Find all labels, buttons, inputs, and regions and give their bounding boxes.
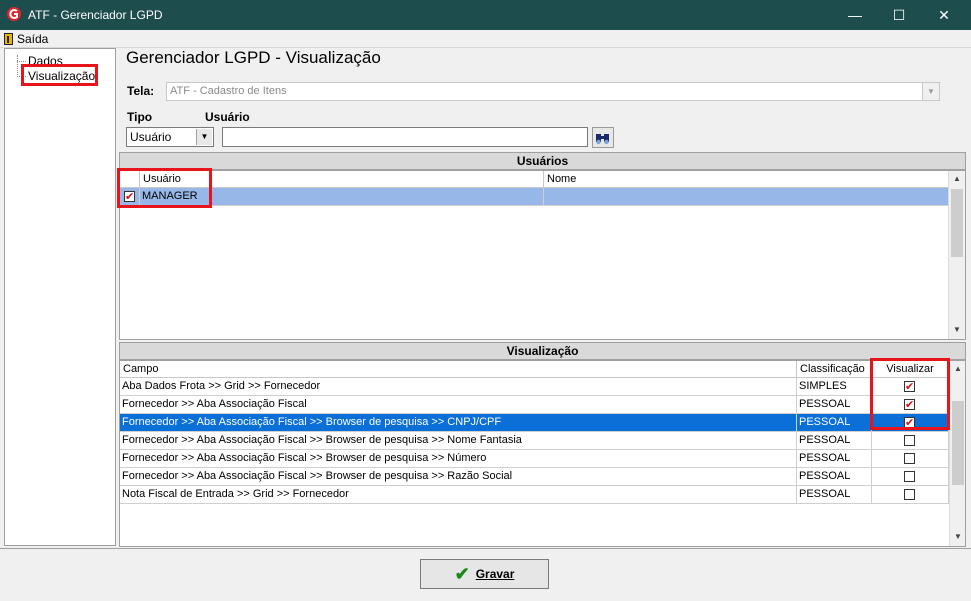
chevron-down-icon[interactable]: ▼ <box>922 83 939 100</box>
search-button[interactable] <box>592 127 614 148</box>
tipo-value: Usuário <box>130 130 172 144</box>
cell-campo: Aba Dados Frota >> Grid >> Fornecedor <box>120 378 797 396</box>
column-header-nome[interactable]: Nome <box>544 171 949 188</box>
usuario-label: Usuário <box>205 110 250 124</box>
cell-classificacao: PESSOAL <box>797 486 872 504</box>
cell-campo: Fornecedor >> Aba Associação Fiscal >> B… <box>120 450 797 468</box>
title-bar: ATF - Gerenciador LGPD — ☐ ✕ <box>0 0 971 30</box>
cell-visualizar[interactable] <box>872 432 949 450</box>
tela-select[interactable]: ATF - Cadastro de Itens ▼ <box>166 82 940 101</box>
cell-classificacao: PESSOAL <box>797 414 872 432</box>
menu-bar: Saída <box>0 30 971 48</box>
exit-door-icon <box>4 32 13 45</box>
scroll-thumb[interactable] <box>951 189 963 257</box>
cell-campo: Fornecedor >> Aba Associação Fiscal >> B… <box>120 468 797 486</box>
close-button[interactable]: ✕ <box>921 0 967 30</box>
highlight-box <box>21 64 98 86</box>
cell-campo: Fornecedor >> Aba Associação Fiscal >> B… <box>120 432 797 450</box>
visualizar-checkbox[interactable] <box>904 471 915 482</box>
scroll-down-icon[interactable]: ▼ <box>949 322 965 338</box>
visualizacao-panel-title: Visualização <box>119 342 966 360</box>
visualizacao-grid: Campo Classificação Visualizar Aba Dados… <box>119 360 966 547</box>
highlight-box <box>117 168 212 208</box>
app-logo-icon <box>7 7 21 21</box>
tree-connector <box>17 55 18 77</box>
chevron-down-icon[interactable]: ▼ <box>196 129 212 145</box>
cell-classificacao: SIMPLES <box>797 378 872 396</box>
column-header-classificacao[interactable]: Classificação <box>797 361 872 378</box>
gravar-label: Gravar <box>475 567 515 581</box>
binoculars-icon <box>596 134 609 145</box>
cell-classificacao: PESSOAL <box>797 396 872 414</box>
scroll-down-icon[interactable]: ▼ <box>950 529 965 545</box>
scroll-up-icon[interactable]: ▲ <box>950 361 965 377</box>
tipo-select[interactable]: Usuário ▼ <box>126 127 214 147</box>
usuario-input[interactable] <box>222 127 588 147</box>
visualizar-checkbox[interactable] <box>904 489 915 500</box>
minimize-button[interactable]: — <box>832 0 878 30</box>
checkmark-icon: ✔ <box>454 564 470 584</box>
tela-value: ATF - Cadastro de Itens <box>170 85 287 97</box>
tela-label: Tela: <box>127 84 155 98</box>
cell-visualizar[interactable] <box>872 468 949 486</box>
cell-visualizar[interactable] <box>872 450 949 468</box>
visualizacao-scrollbar[interactable]: ▲ ▼ <box>949 361 965 546</box>
cell-classificacao: PESSOAL <box>797 432 872 450</box>
cell-visualizar[interactable] <box>872 486 949 504</box>
cell-classificacao: PESSOAL <box>797 450 872 468</box>
scroll-thumb[interactable] <box>952 401 964 485</box>
gravar-button[interactable]: ✔ Gravar <box>420 559 549 589</box>
visualizar-checkbox[interactable] <box>904 435 915 446</box>
tree-connector <box>17 61 26 62</box>
usuarios-grid: Usuário Nome MANAGER ▲ ▼ <box>119 170 966 340</box>
menu-exit[interactable]: Saída <box>4 31 48 46</box>
cell-nome <box>544 188 949 206</box>
cell-campo: Fornecedor >> Aba Associação Fiscal >> B… <box>120 414 797 432</box>
highlight-box <box>870 358 950 430</box>
cell-classificacao: PESSOAL <box>797 468 872 486</box>
tipo-label: Tipo <box>127 110 153 124</box>
scroll-up-icon[interactable]: ▲ <box>949 171 965 187</box>
column-header-campo[interactable]: Campo <box>120 361 797 378</box>
footer-divider <box>0 548 971 549</box>
cell-campo: Nota Fiscal de Entrada >> Grid >> Fornec… <box>120 486 797 504</box>
window-title: ATF - Gerenciador LGPD <box>28 8 163 22</box>
page-title: Gerenciador LGPD - Visualização <box>126 48 381 67</box>
usuarios-panel-title: Usuários <box>119 152 966 170</box>
usuarios-scrollbar[interactable]: ▲ ▼ <box>948 171 965 339</box>
menu-exit-label: Saída <box>17 31 49 46</box>
visualizar-checkbox[interactable] <box>904 453 915 464</box>
sidebar-tree: Dados Visualização <box>4 48 116 546</box>
cell-campo: Fornecedor >> Aba Associação Fiscal <box>120 396 797 414</box>
maximize-button[interactable]: ☐ <box>876 0 922 30</box>
